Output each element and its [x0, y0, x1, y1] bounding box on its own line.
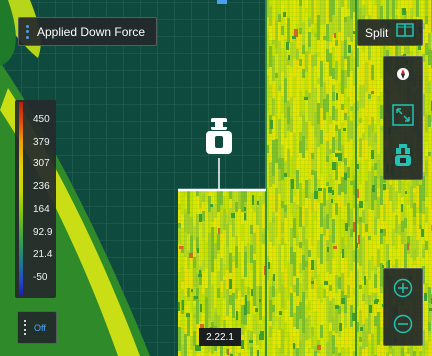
- legend-tick: 92.9: [33, 227, 53, 238]
- legend-tick: 379: [33, 137, 50, 148]
- version-label: 2.22.1: [199, 328, 241, 346]
- legend-tick: 450: [33, 114, 50, 125]
- grip-dots-icon: [26, 24, 29, 39]
- center-on-tractor-button[interactable]: [388, 143, 418, 173]
- grip-dots-icon: [24, 319, 26, 336]
- zoom-controls: [383, 268, 423, 346]
- overlay-toggle-label: Off: [34, 322, 46, 333]
- map-tools-toolbar: [383, 56, 423, 180]
- pass-separator: [355, 0, 357, 356]
- top-indicator: [217, 0, 227, 4]
- split-view-label: Split: [365, 25, 389, 40]
- legend-tick: 21.4: [33, 249, 53, 260]
- zoom-in-button[interactable]: [388, 275, 418, 305]
- legend-tick: 164: [33, 204, 50, 215]
- split-view-button[interactable]: Split: [357, 19, 423, 46]
- pass-separator: [265, 0, 267, 356]
- legend-tick: -50: [33, 272, 48, 283]
- legend-tick: 307: [33, 158, 50, 169]
- map-screen[interactable]: Applied Down Force Split 450 379 307 236…: [0, 0, 432, 356]
- plus-circle-icon: [393, 278, 413, 303]
- field-map[interactable]: [0, 0, 432, 356]
- zoom-out-button[interactable]: [388, 311, 418, 341]
- overlay-toggle-button[interactable]: Off: [17, 311, 57, 344]
- compass-button[interactable]: [388, 61, 418, 91]
- split-view-icon: [396, 23, 415, 42]
- coverage-grid-overlay: [266, 0, 356, 356]
- minus-circle-icon: [393, 314, 413, 339]
- legend-color-bar: [19, 102, 23, 296]
- compass-icon: [396, 67, 410, 86]
- tractor-icon: [393, 143, 413, 173]
- fit-to-field-button[interactable]: [388, 102, 418, 132]
- color-legend: 450 379 307 236 164 92.9 21.4 -50: [15, 100, 56, 298]
- layer-selector-label: Applied Down Force: [37, 24, 146, 39]
- layer-selector-button[interactable]: Applied Down Force: [18, 17, 157, 46]
- legend-tick: 236: [33, 181, 50, 192]
- expand-arrows-icon: [392, 103, 414, 131]
